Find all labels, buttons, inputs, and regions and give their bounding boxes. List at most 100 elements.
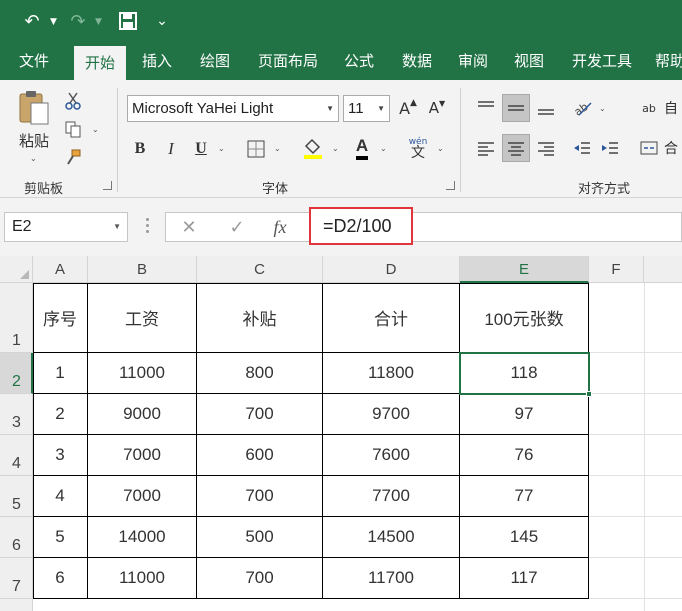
row-header-6[interactable]: 6: [0, 517, 33, 558]
table-cell[interactable]: 11700: [323, 558, 460, 599]
formula-input[interactable]: =D2/100: [309, 207, 413, 245]
table-cell[interactable]: 700: [197, 476, 323, 517]
table-cell[interactable]: 14500: [323, 517, 460, 558]
font-name-dropdown[interactable]: Microsoft YaHei Light ▼: [127, 95, 339, 122]
table-cell[interactable]: 3: [33, 435, 88, 476]
tab-developer[interactable]: 开发工具: [562, 42, 642, 80]
column-header-g[interactable]: [644, 256, 682, 283]
fill-color-icon[interactable]: [301, 134, 325, 162]
save-icon[interactable]: [116, 8, 140, 34]
fill-color-dropdown-icon[interactable]: ⌄: [332, 144, 339, 153]
table-cell[interactable]: 14000: [88, 517, 197, 558]
tab-formulas[interactable]: 公式: [332, 42, 386, 80]
table-cell[interactable]: 700: [197, 558, 323, 599]
table-cell[interactable]: 7000: [88, 435, 197, 476]
table-cell[interactable]: 117: [460, 558, 589, 599]
font-size-dropdown[interactable]: 11 ▼: [343, 95, 390, 122]
bold-button[interactable]: B: [129, 136, 151, 162]
paste-button-label[interactable]: 粘贴: [14, 130, 54, 150]
customize-toolbar-icon[interactable]: ⌄: [150, 8, 174, 34]
cut-icon[interactable]: [62, 90, 84, 112]
column-header-a[interactable]: A: [33, 256, 88, 283]
table-header-cell[interactable]: 100元张数: [460, 283, 589, 353]
wrap-text-icon[interactable]: ab: [638, 96, 660, 120]
table-cell[interactable]: 9000: [88, 394, 197, 435]
italic-button[interactable]: I: [160, 136, 182, 162]
table-cell[interactable]: 700: [197, 394, 323, 435]
table-cell[interactable]: 145: [460, 517, 589, 558]
undo-dropdown-icon[interactable]: ▼: [50, 17, 57, 27]
row-header-4[interactable]: 4: [0, 435, 33, 476]
row-header-2[interactable]: 2: [0, 353, 33, 394]
tab-file[interactable]: 文件: [6, 42, 62, 80]
redo-dropdown-icon[interactable]: ▼: [95, 17, 102, 27]
copy-icon[interactable]: [62, 118, 84, 140]
tab-page-layout[interactable]: 页面布局: [248, 42, 328, 80]
shrink-font-button[interactable]: A ▼: [426, 96, 448, 120]
table-cell[interactable]: 6: [33, 558, 88, 599]
phonetic-dropdown-icon[interactable]: ⌄: [437, 144, 444, 153]
table-cell[interactable]: 11800: [323, 353, 460, 394]
column-header-e[interactable]: E: [460, 256, 589, 283]
wrap-text-label[interactable]: 自: [660, 96, 682, 120]
tab-insert[interactable]: 插入: [130, 42, 184, 80]
undo-icon[interactable]: ↶: [20, 8, 44, 34]
align-middle-icon[interactable]: [502, 94, 530, 122]
row-header-7[interactable]: 7: [0, 558, 33, 599]
tab-help[interactable]: 帮助: [650, 42, 682, 80]
clipboard-launcher-icon[interactable]: [103, 181, 112, 190]
font-launcher-icon[interactable]: [446, 181, 455, 190]
table-cell[interactable]: 11000: [88, 353, 197, 394]
copy-dropdown-icon[interactable]: ⌄: [92, 125, 99, 134]
formula-bar-grip[interactable]: [146, 216, 150, 238]
increase-indent-icon[interactable]: [598, 136, 622, 160]
table-cell[interactable]: 4: [33, 476, 88, 517]
merge-center-icon[interactable]: [638, 136, 660, 160]
decrease-indent-icon[interactable]: [570, 136, 594, 160]
table-header-cell[interactable]: 合计: [323, 283, 460, 353]
table-cell[interactable]: 7600: [323, 435, 460, 476]
font-color-button[interactable]: A: [350, 134, 374, 162]
table-cell[interactable]: 97: [460, 394, 589, 435]
paste-dropdown-icon[interactable]: ⌄: [30, 154, 37, 163]
row-header-3[interactable]: 3: [0, 394, 33, 435]
table-cell[interactable]: 7700: [323, 476, 460, 517]
table-cell[interactable]: 9700: [323, 394, 460, 435]
table-cell[interactable]: 5: [33, 517, 88, 558]
tab-review[interactable]: 审阅: [446, 42, 500, 80]
paste-icon[interactable]: [14, 88, 54, 128]
table-cell[interactable]: 600: [197, 435, 323, 476]
table-cell[interactable]: 7000: [88, 476, 197, 517]
tab-draw[interactable]: 绘图: [188, 42, 242, 80]
select-all-button[interactable]: [0, 256, 33, 283]
underline-button[interactable]: U: [190, 136, 212, 162]
tab-data[interactable]: 数据: [390, 42, 444, 80]
enter-icon[interactable]: ✓: [224, 212, 250, 242]
column-header-d[interactable]: D: [323, 256, 460, 283]
column-header-f[interactable]: F: [589, 256, 644, 283]
borders-icon[interactable]: [245, 136, 267, 162]
row-header-8[interactable]: [0, 599, 33, 611]
column-header-b[interactable]: B: [88, 256, 197, 283]
table-cell[interactable]: 1: [33, 353, 88, 394]
table-cell[interactable]: 800: [197, 353, 323, 394]
orientation-icon[interactable]: ab: [570, 96, 596, 120]
align-left-icon[interactable]: [474, 136, 498, 160]
cancel-icon[interactable]: ✕: [176, 212, 202, 242]
tab-home[interactable]: 开始: [74, 46, 126, 80]
phonetic-guide-button[interactable]: wén 文: [404, 134, 432, 162]
row-header-1[interactable]: 1: [0, 283, 33, 353]
borders-dropdown-icon[interactable]: ⌄: [274, 144, 281, 153]
column-header-c[interactable]: C: [197, 256, 323, 283]
underline-dropdown-icon[interactable]: ⌄: [218, 144, 225, 153]
insert-function-icon[interactable]: fx: [266, 212, 294, 242]
table-header-cell[interactable]: 序号: [33, 283, 88, 353]
align-top-icon[interactable]: [474, 96, 498, 120]
table-cell[interactable]: 500: [197, 517, 323, 558]
format-painter-icon[interactable]: [62, 146, 84, 168]
name-box[interactable]: E2 ▼: [4, 212, 128, 242]
align-center-icon[interactable]: [502, 134, 530, 162]
table-cell[interactable]: 2: [33, 394, 88, 435]
table-cell[interactable]: 11000: [88, 558, 197, 599]
table-header-cell[interactable]: 补贴: [197, 283, 323, 353]
